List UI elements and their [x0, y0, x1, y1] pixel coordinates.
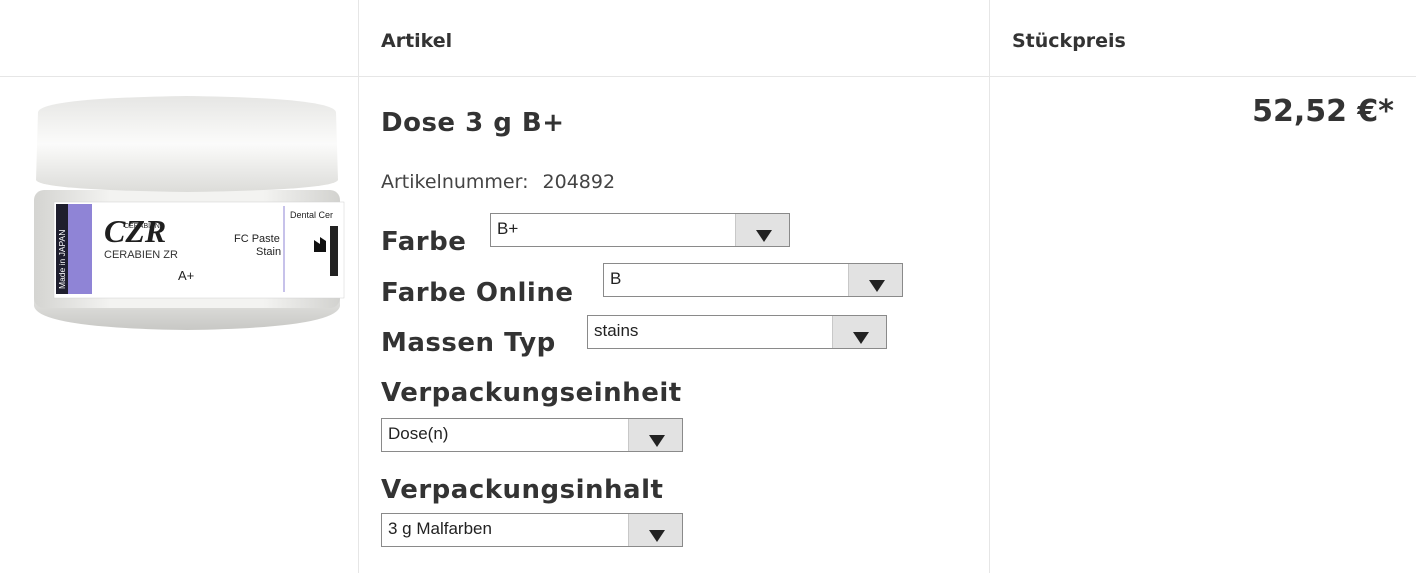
- product-image[interactable]: Made in JAPAN CZR CERABIEN CERABIEN ZR A…: [28, 94, 346, 330]
- label-product-line-text: CERABIEN ZR: [104, 249, 178, 261]
- farbe-select[interactable]: B+: [490, 213, 790, 247]
- chevron-down-icon[interactable]: [628, 514, 682, 546]
- label-brand-text: CZR: [104, 213, 166, 249]
- label-maker-text: Dental Cer: [290, 210, 333, 220]
- column-divider-1: [358, 0, 359, 573]
- massen-typ-select[interactable]: stains: [587, 315, 887, 349]
- farbe-online-select-value: B: [610, 269, 622, 288]
- header-article: Artikel: [381, 30, 453, 52]
- massen-typ-label: Massen Typ: [381, 328, 556, 358]
- verpackungsinhalt-select-value: 3 g Malfarben: [388, 519, 492, 538]
- massen-typ-select-value: stains: [594, 321, 639, 340]
- label-type-line1: FC Paste: [234, 233, 280, 245]
- chevron-down-icon[interactable]: [832, 316, 886, 348]
- article-number-row: Artikelnummer: 204892: [381, 171, 615, 193]
- verpackungseinheit-label: Verpackungseinheit: [381, 378, 682, 408]
- verpackungseinheit-select-value: Dose(n): [388, 424, 449, 443]
- chevron-down-icon[interactable]: [735, 214, 789, 246]
- farbe-online-select[interactable]: B: [603, 263, 903, 297]
- farbe-select-value: B+: [497, 219, 519, 238]
- verpackungseinheit-select[interactable]: Dose(n): [381, 418, 683, 452]
- label-origin-text: Made in JAPAN: [57, 230, 67, 289]
- column-divider-2: [989, 0, 990, 573]
- chevron-down-icon[interactable]: [848, 264, 902, 296]
- verpackungsinhalt-select[interactable]: 3 g Malfarben: [381, 513, 683, 547]
- farbe-online-label: Farbe Online: [381, 278, 574, 308]
- label-type-line2: Stain: [256, 246, 281, 258]
- unit-price: 52,52 €*: [1252, 94, 1394, 129]
- article-number-value: 204892: [542, 171, 616, 193]
- header-divider: [0, 76, 1416, 77]
- verpackungsinhalt-label: Verpackungsinhalt: [381, 475, 664, 505]
- chevron-down-icon[interactable]: [628, 419, 682, 451]
- farbe-label: Farbe: [381, 227, 467, 257]
- label-shade-text: A+: [178, 268, 194, 283]
- product-title[interactable]: Dose 3 g B+: [381, 108, 565, 138]
- header-price: Stückpreis: [1012, 30, 1126, 52]
- label-brand-small-text: CERABIEN: [124, 223, 160, 230]
- article-number-label: Artikelnummer:: [381, 171, 529, 193]
